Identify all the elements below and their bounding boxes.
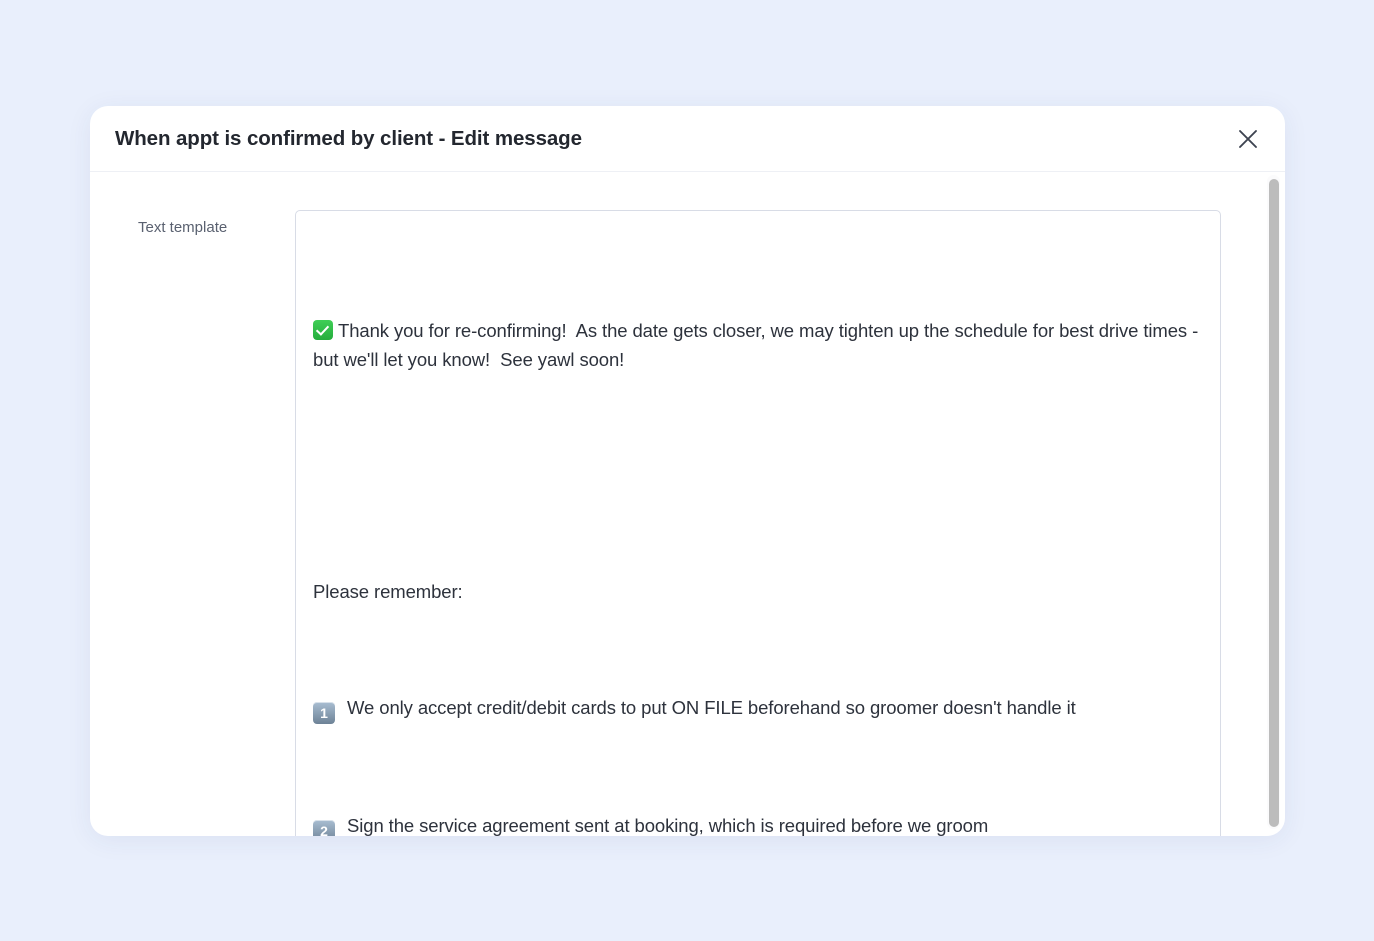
- message-list-item-2: 2 Sign the service agreement sent at book…: [313, 811, 1200, 836]
- white-check-mark-icon: [313, 320, 333, 340]
- keycap-2-icon: 2: [313, 820, 335, 836]
- modal-scrollbar-track[interactable]: [1267, 175, 1280, 829]
- message-paragraph-intro: Thank you for re-confirming! As the date…: [313, 316, 1200, 374]
- message-list-item-1: 1 We only accept credit/debit cards to pu…: [313, 693, 1200, 724]
- close-icon-glyph: [1239, 129, 1257, 148]
- close-icon[interactable]: [1231, 122, 1265, 156]
- message-list-item-1-text: We only accept credit/debit cards to put…: [347, 697, 1076, 718]
- message-textarea[interactable]: Thank you for re-confirming! As the date…: [295, 210, 1221, 836]
- text-template-label: Text template: [138, 219, 228, 236]
- message-content: Thank you for re-confirming! As the date…: [313, 229, 1200, 836]
- page-title: When appt is confirmed by client - Edit …: [115, 126, 582, 150]
- keycap-1-icon: 1: [313, 702, 335, 724]
- message-list-item-2-text: Sign the service agreement sent at booki…: [347, 815, 989, 836]
- modal-header: When appt is confirmed by client - Edit …: [90, 106, 1285, 172]
- text-template-control: Thank you for re-confirming! As the date…: [295, 210, 1221, 836]
- message-please-remember: Please remember:: [313, 581, 463, 602]
- modal-body: Text template Thank you for re-confirmin…: [90, 172, 1285, 836]
- edit-message-modal: When appt is confirmed by client - Edit …: [90, 106, 1285, 836]
- message-intro-text: Thank you for re-confirming! As the date…: [313, 320, 1204, 370]
- text-template-field-row: Text template Thank you for re-confirmin…: [90, 210, 1285, 836]
- modal-scrollbar-thumb[interactable]: [1268, 179, 1279, 827]
